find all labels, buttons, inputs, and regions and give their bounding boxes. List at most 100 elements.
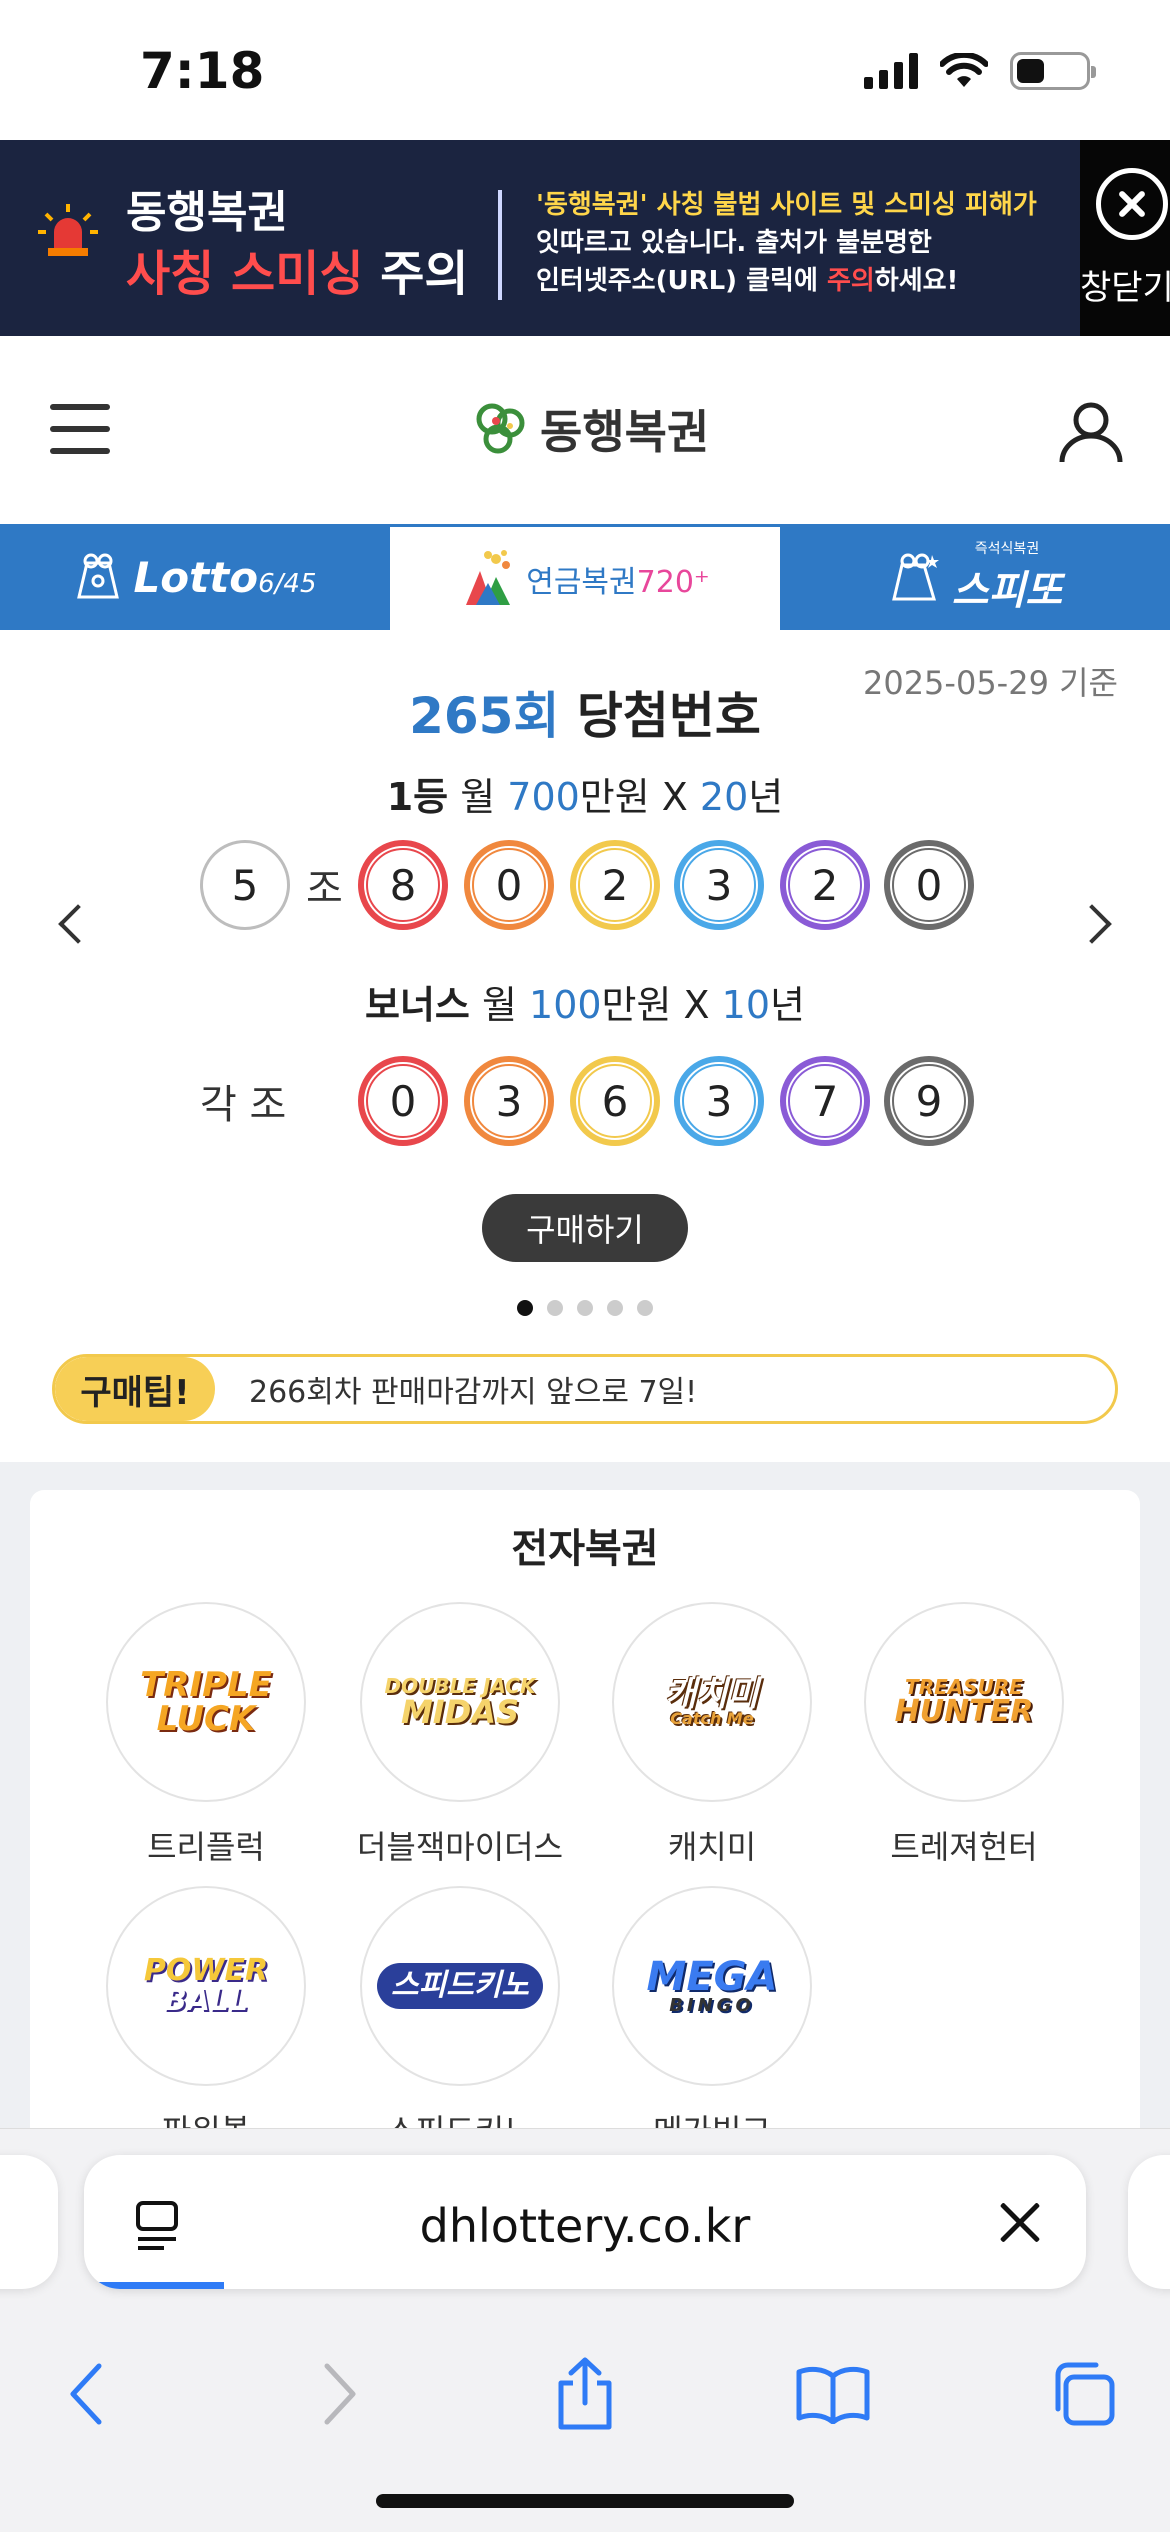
number-ball: 7 <box>780 1056 870 1146</box>
game-mega-bingo[interactable]: MEGABINGO 메가빙고 <box>592 1886 832 2152</box>
number-ball: 2 <box>780 840 870 930</box>
cellular-signal-icon <box>864 53 918 89</box>
group-ball: 5 <box>200 840 290 930</box>
carousel-pagination <box>0 1300 1170 1316</box>
mega-bingo-logo-icon: MEGA BINGO <box>612 1886 812 2086</box>
status-bar: 7:18 <box>0 0 1170 140</box>
game-triple-luck[interactable]: TRIPLE LUCK 트리플럭 <box>86 1602 326 1868</box>
game-catch-me[interactable]: 캐치미 Catch Me 캐치미 <box>592 1602 832 1868</box>
banner-divider <box>498 190 502 300</box>
lottery-tabs: Lotto6/45 연금복권720⁺ 즉석식복권 스피또 <box>0 524 1170 630</box>
share-button[interactable] <box>540 2349 630 2439</box>
siren-icon <box>38 204 98 256</box>
banner-close-button[interactable]: 창닫기 <box>1080 140 1170 336</box>
tab-speetto[interactable]: 즉석식복권 스피또 <box>780 524 1170 630</box>
game-label: 캐치미 <box>667 1828 757 1866</box>
bonus-prize-info: 보너스 월 100만원 X 10년 <box>365 983 805 1027</box>
pagination-dot[interactable] <box>517 1300 533 1316</box>
banner-subtitle: 사칭 스미싱 주의 <box>126 246 469 302</box>
treasure-hunter-logo-icon: TREASURE HUNTER <box>864 1602 1064 1802</box>
e-lottery-title: 전자복권 <box>511 1526 659 1572</box>
browser-toolbar: dhlottery.co.kr <box>0 2128 1170 2532</box>
stop-loading-icon[interactable] <box>998 2201 1042 2245</box>
status-icons <box>864 52 1096 90</box>
tip-text: 266회차 판매마감까지 앞으로 7일! <box>249 1375 698 1410</box>
number-ball: 0 <box>358 1056 448 1146</box>
number-ball: 0 <box>464 840 554 930</box>
first-prize-info: 1등 월 700만원 X 20년 <box>386 775 784 819</box>
game-treasure-hunter[interactable]: TREASURE HUNTER 트레져헌터 <box>844 1602 1084 1868</box>
forward-button[interactable] <box>294 2349 384 2439</box>
lotto-machine-icon <box>77 553 120 599</box>
pagination-dot[interactable] <box>637 1300 653 1316</box>
back-icon <box>70 2363 102 2425</box>
double-jack-midas-logo-icon: DOUBLE JACK MIDAS <box>360 1602 560 1802</box>
site-logo[interactable]: 동행복권 <box>470 396 709 462</box>
tip-badge: 구매팁! <box>55 1357 215 1421</box>
back-button[interactable] <box>42 2349 132 2439</box>
clover-logo-icon <box>476 403 525 454</box>
bookmarks-button[interactable] <box>788 2349 878 2439</box>
status-time: 7:18 <box>140 42 265 100</box>
close-icon <box>1096 168 1168 240</box>
game-label: 트레져헌터 <box>890 1828 1038 1866</box>
tabs-button[interactable] <box>1036 2349 1126 2439</box>
tabs-icon <box>1055 2362 1115 2426</box>
banner-message: '동행복권' 사칭 불법 사이트 및 스미싱 피해가 잇따르고 있습니다. 출처… <box>536 190 1037 296</box>
game-power-ball[interactable]: POWERBALL 파워볼 <box>86 1886 326 2152</box>
tab-speetto-label: 즉석식복권 스피또 <box>951 541 1063 614</box>
number-ball: 3 <box>674 1056 764 1146</box>
buy-button[interactable]: 구매하기 <box>482 1194 688 1262</box>
speed-keno-logo-icon: 스피드키노 <box>360 1886 560 2086</box>
catch-me-logo-icon: 캐치미 Catch Me <box>612 1602 812 1802</box>
pagination-dot[interactable] <box>607 1300 623 1316</box>
home-indicator[interactable] <box>376 2494 794 2508</box>
number-ball: 3 <box>464 1056 554 1146</box>
e-lottery-card: 전자복권 TRIPLE LUCK 트리플럭 DOUBLE JACK MIDAS 더블… <box>30 1490 1140 2190</box>
number-ball: 9 <box>884 1056 974 1146</box>
group-label: 조 <box>306 866 343 912</box>
number-ball: 3 <box>674 840 764 930</box>
number-ball: 2 <box>570 840 660 930</box>
number-ball: 6 <box>570 1056 660 1146</box>
tab-lotto-label: Lotto6/45 <box>133 552 317 602</box>
smishing-warning-banner[interactable]: 동행복권 사칭 스미싱 주의 '동행복권' 사칭 불법 사이트 및 스미싱 피해… <box>0 140 1170 336</box>
bookmarks-icon <box>796 2366 870 2424</box>
browser-nav <box>0 2349 1170 2439</box>
number-ball: 0 <box>884 840 974 930</box>
share-icon <box>558 2357 612 2430</box>
first-prize-numbers: 5 조 8 0 2 3 2 0 <box>0 840 1170 930</box>
forward-icon <box>324 2363 356 2425</box>
game-speed-keno[interactable]: 스피드키노 스피드키노 <box>340 1886 580 2152</box>
logo-text: 동행복권 <box>540 405 710 459</box>
each-group-label: 각 조 <box>200 1082 287 1128</box>
next-tab-pill[interactable] <box>1128 2155 1170 2289</box>
purchase-tip[interactable]: 구매팁! 266회차 판매마감까지 앞으로 7일! <box>52 1354 1118 1424</box>
number-ball: 8 <box>358 840 448 930</box>
page-load-progress <box>84 2282 225 2289</box>
user-icon[interactable] <box>1056 396 1126 466</box>
pagination-dot[interactable] <box>577 1300 593 1316</box>
pagination-dot[interactable] <box>547 1300 563 1316</box>
banner-title: 동행복권 <box>126 187 288 238</box>
pension-lottery-icon <box>466 549 511 605</box>
address-bar[interactable]: dhlottery.co.kr <box>84 2155 1086 2289</box>
game-double-jack-midas[interactable]: DOUBLE JACK MIDAS 더블잭마이더스 <box>340 1602 580 1868</box>
draw-title: 265회 당첨번호 <box>409 687 761 745</box>
previous-tab-pill[interactable] <box>0 2155 58 2289</box>
tab-lotto[interactable]: Lotto6/45 <box>0 524 390 630</box>
banner-close-label: 창닫기 <box>1080 268 1170 308</box>
tab-pension[interactable]: 연금복권720⁺ <box>390 524 780 630</box>
triple-luck-logo-icon: TRIPLE LUCK <box>106 1602 306 1802</box>
tab-pension-label: 연금복권720⁺ <box>526 564 710 600</box>
wifi-icon <box>940 53 988 87</box>
battery-icon <box>1010 52 1096 90</box>
url-text: dhlottery.co.kr <box>419 2199 751 2253</box>
game-label: 더블잭마이더스 <box>356 1828 564 1866</box>
speetto-machine-icon <box>891 553 939 601</box>
hamburger-menu-icon[interactable] <box>50 404 110 454</box>
site-header: 동행복권 <box>0 336 1170 524</box>
power-ball-logo-icon: POWER BALL <box>106 1886 306 2086</box>
bonus-numbers: 각 조 0 3 6 3 7 9 <box>0 1056 1170 1146</box>
game-label: 트리플럭 <box>147 1828 265 1866</box>
